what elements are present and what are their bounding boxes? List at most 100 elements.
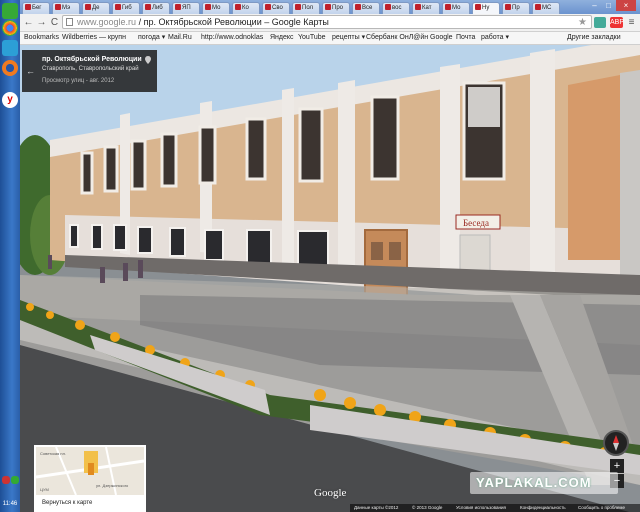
bookmark-item[interactable]: Mail.Ru [168,32,192,44]
tab-label: Пр [512,5,520,11]
tab-label: Бег [32,5,42,11]
url-host: www.google.ru [77,17,137,27]
tab-favicon-icon [475,4,481,10]
map-footer: Данные карты ©2012 © 2013 Google Условия… [350,504,640,512]
bookmark-item[interactable]: рецепты ▾ [332,32,365,44]
menu-icon[interactable]: ≡ [625,16,638,29]
zoom-in-button[interactable]: + [610,459,624,473]
browser-tab[interactable]: ЯП [172,2,200,14]
browser-tab[interactable]: Мо [442,2,470,14]
minimap-map[interactable]: Советская пл. ул. Дзержинского ЦУМ [36,447,144,495]
address-bar[interactable]: www.google.ru / пр. Октябрьской Революци… [62,15,592,29]
minimap-label: Советская пл. [40,451,66,456]
return-to-map-button[interactable]: Вернуться к карте [34,496,146,511]
tab-label: Ну [482,5,490,11]
tab-label: Все [362,5,373,11]
back-button[interactable]: ← [22,16,35,29]
minimap-label: ЦУМ [40,487,49,492]
tab-favicon-icon [295,4,301,10]
bookmark-item[interactable]: Google [430,32,453,44]
browser-tab[interactable]: вос [382,2,410,14]
clock[interactable]: 11:46 [0,501,20,508]
tab-favicon-icon [115,4,121,10]
browser-tab[interactable]: Мо [202,2,230,14]
browser-tab[interactable]: Кат [412,2,440,14]
browser-tab[interactable]: Де [82,2,110,14]
start-button[interactable] [2,3,18,19]
browser-tab[interactable]: Ко [232,2,260,14]
forward-button[interactable]: → [35,16,48,29]
tab-label: Мо [452,5,461,11]
bookmark-item[interactable]: Wildberries — крупн [62,32,126,44]
tab-label: Про [332,5,343,11]
street-view[interactable]: Беседа ← пр. Октябрьской Революции Ставр… [20,45,640,512]
tab-favicon-icon [355,4,361,10]
yandex-icon[interactable]: y [2,92,18,108]
tab-favicon-icon [175,4,181,10]
bookmark-item[interactable]: погода ▾ [138,32,165,44]
location-title: пр. Октябрьской Революции [42,56,142,63]
tab-label: Кат [422,5,432,11]
bookmark-star-icon[interactable]: ★ [576,16,589,29]
watermark: YAPLAKAL.COM [470,472,618,494]
browser-tab[interactable]: Пол [292,2,320,14]
apps-icon[interactable] [2,40,18,56]
bookmark-item[interactable]: работа ▾ [481,32,509,44]
tray-network-icon[interactable] [11,476,19,484]
bookmark-item[interactable]: Яндекс [270,32,294,44]
minimize-button[interactable]: – [588,0,601,11]
tab-favicon-icon [535,4,541,10]
browser-tab[interactable]: МС [532,2,560,14]
tab-label: Де [92,5,100,11]
toolbar: ← → C www.google.ru / пр. Октябрьской Ре… [20,14,640,32]
browser-tab[interactable]: Мэ [52,2,80,14]
firefox-icon[interactable] [2,60,18,76]
close-button[interactable]: × [616,0,636,11]
other-bookmarks[interactable]: Другие закладки [567,32,621,44]
tab-favicon-icon [25,4,31,10]
minimap[interactable]: Советская пл. ул. Дзержинского ЦУМ Верну… [34,445,146,512]
shop-sign: Беседа [463,218,489,228]
footer-terms-link[interactable]: Условия использования [456,504,506,512]
maximize-button[interactable]: □ [602,0,615,11]
tab-favicon-icon [205,4,211,10]
bookmark-item[interactable]: YouTube [298,32,326,44]
tab-label: вос [392,5,402,11]
location-pin-icon[interactable] [145,56,151,64]
back-arrow-icon[interactable]: ← [26,66,35,76]
street-view-panorama[interactable]: Беседа [20,45,640,512]
url-title: пр. Октябрьской Революции – Google Карты [143,17,329,27]
browser-tab[interactable]: Пр [502,2,530,14]
browser-tab[interactable]: Бег [22,2,50,14]
tab-favicon-icon [505,4,511,10]
bookmark-item[interactable]: Bookmarks [24,32,59,44]
reload-button[interactable]: C [48,16,61,29]
location-card: ← пр. Октябрьской Революции Ставрополь, … [22,50,157,92]
browser-tab[interactable]: Про [322,2,350,14]
tab-label: Сво [272,5,283,11]
bookmark-item[interactable]: Сбербанк ОнЛ@йн [366,32,428,44]
tab-favicon-icon [145,4,151,10]
location-subtitle: Ставрополь, Ставропольский край [42,66,139,72]
browser-tab[interactable]: Гиб [112,2,140,14]
tab-label: МС [542,5,552,11]
bookmark-item[interactable]: http://www.odnoklas [201,32,263,44]
browser-tab[interactable]: Ну [472,2,500,14]
compass-icon[interactable] [603,430,629,456]
minimap-label: ул. Дзержинского [96,483,129,488]
footer-report-link[interactable]: Сообщить о проблеме [578,504,625,512]
tab-label: Ко [242,5,249,11]
footer-privacy-link[interactable]: Конфиденциальность [520,504,566,512]
tab-favicon-icon [85,4,91,10]
tab-label: Пол [302,5,314,11]
browser-tab[interactable]: Сво [262,2,290,14]
bookmark-item[interactable]: Почта [456,32,475,44]
chrome-icon[interactable] [2,20,18,36]
browser-tab[interactable]: Все [352,2,380,14]
browser-tab[interactable]: Либ [142,2,170,14]
tab-label: Либ [152,5,163,11]
extension-icon[interactable] [594,17,606,28]
tray-icon[interactable] [2,476,10,484]
abp-icon[interactable]: ABP [610,17,624,28]
footer-map-data: Данные карты ©2012 [354,505,399,510]
